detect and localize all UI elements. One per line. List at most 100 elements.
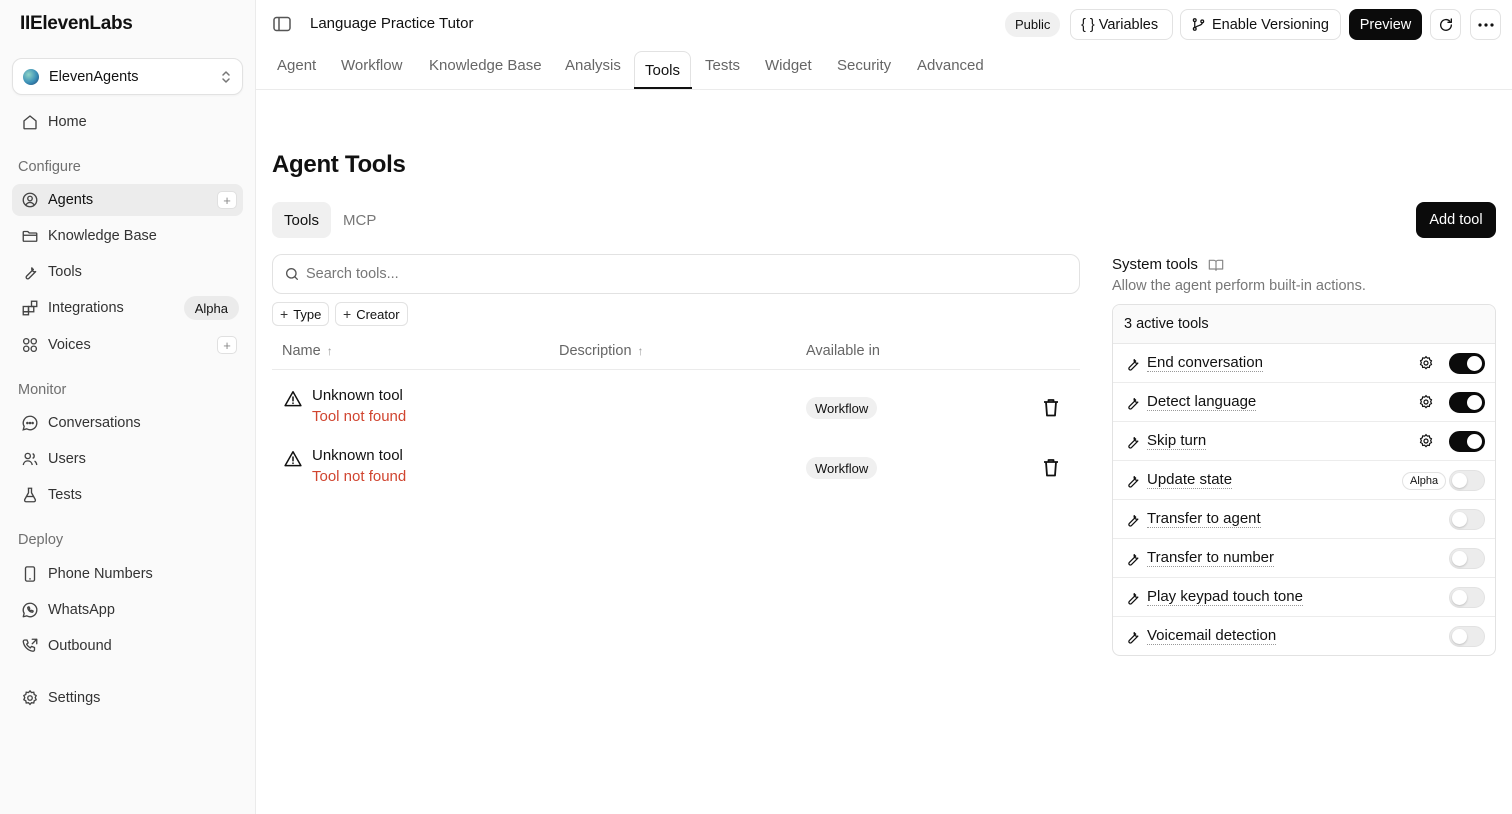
tools-mcp-toggle: Tools MCP bbox=[272, 202, 388, 238]
page-title: Agent Tools bbox=[272, 151, 406, 178]
sidebar-item-label: Phone Numbers bbox=[48, 566, 153, 582]
tab-widget[interactable]: Widget bbox=[765, 57, 812, 74]
delete-tool-button[interactable] bbox=[1043, 458, 1059, 477]
sidebar-item-label: Outbound bbox=[48, 638, 112, 654]
system-tool-label[interactable]: End conversation bbox=[1147, 354, 1263, 372]
refresh-icon bbox=[1438, 17, 1454, 33]
tool-error: Tool not found bbox=[312, 408, 407, 425]
sidebar-item-outbound[interactable]: Outbound bbox=[12, 630, 243, 662]
tab-advanced[interactable]: Advanced bbox=[917, 57, 984, 74]
toggle-sidebar-button[interactable] bbox=[273, 16, 291, 32]
add-tool-button[interactable]: Add tool bbox=[1416, 202, 1496, 238]
preview-button[interactable]: Preview bbox=[1349, 9, 1422, 40]
system-tool-row: Transfer to agent bbox=[1113, 500, 1495, 539]
tab-workflow[interactable]: Workflow bbox=[341, 57, 402, 74]
plus-icon: + bbox=[280, 306, 289, 322]
sidebar-item-tools[interactable]: Tools bbox=[12, 256, 243, 288]
sidebar-item-agents[interactable]: Agents + bbox=[12, 184, 243, 216]
sidebar-item-integrations[interactable]: Integrations Alpha bbox=[12, 292, 243, 324]
sidebar-item-conversations[interactable]: Conversations bbox=[12, 407, 243, 439]
column-header-name[interactable]: Name ↑ bbox=[282, 343, 333, 359]
segment-mcp[interactable]: MCP bbox=[331, 202, 388, 238]
sidebar-item-label: Integrations bbox=[48, 300, 124, 316]
sidebar-item-tests[interactable]: Tests bbox=[12, 479, 243, 511]
book-open-icon[interactable] bbox=[1208, 258, 1224, 272]
system-tool-label[interactable]: Detect language bbox=[1147, 393, 1257, 411]
tab-agent[interactable]: Agent bbox=[277, 57, 316, 74]
column-label: Name bbox=[282, 343, 321, 359]
segment-tools[interactable]: Tools bbox=[272, 202, 332, 238]
tool-settings-button[interactable] bbox=[1418, 355, 1434, 371]
tool-toggle-switch[interactable] bbox=[1449, 353, 1485, 374]
sidebar-item-label: Settings bbox=[48, 690, 101, 706]
table-row[interactable]: Unknown tool Tool not found Workflow bbox=[272, 440, 1080, 500]
tab-analysis[interactable]: Analysis bbox=[565, 57, 621, 74]
table-row[interactable]: Unknown tool Tool not found Workflow bbox=[272, 380, 1080, 440]
sidebar-item-label: Voices bbox=[48, 337, 91, 353]
enable-versioning-button[interactable]: Enable Versioning bbox=[1180, 9, 1341, 40]
tool-toggle-switch[interactable] bbox=[1449, 431, 1485, 452]
sidebar-item-label: Knowledge Base bbox=[48, 228, 157, 244]
search-input[interactable] bbox=[306, 266, 1006, 282]
sidebar: IIElevenLabs ElevenAgents Home Configure… bbox=[0, 0, 256, 814]
tool-toggle-switch[interactable] bbox=[1449, 392, 1485, 413]
system-tool-label[interactable]: Transfer to number bbox=[1147, 549, 1274, 567]
sidebar-item-voices[interactable]: Voices + bbox=[12, 329, 243, 361]
tool-settings-button[interactable] bbox=[1418, 394, 1434, 410]
system-tools-heading: System tools bbox=[1112, 256, 1198, 273]
tool-toggle-switch[interactable] bbox=[1449, 509, 1485, 530]
filter-label: Type bbox=[293, 306, 322, 322]
variables-button[interactable]: { } Variables bbox=[1070, 9, 1173, 40]
sidebar-item-whatsapp[interactable]: WhatsApp bbox=[12, 594, 243, 626]
filter-creator-button[interactable]: + Creator bbox=[335, 302, 408, 326]
voices-icon bbox=[21, 336, 39, 354]
column-label: Available in bbox=[806, 343, 880, 359]
blocks-icon bbox=[21, 299, 39, 317]
gear-icon bbox=[21, 689, 39, 707]
alpha-badge: Alpha bbox=[183, 296, 239, 320]
tab-tools[interactable]: Tools bbox=[634, 51, 692, 88]
tool-toggle-switch[interactable] bbox=[1449, 548, 1485, 569]
add-agent-button[interactable]: + bbox=[217, 191, 237, 209]
tool-error: Tool not found bbox=[312, 468, 407, 485]
workspace-select[interactable]: ElevenAgents bbox=[12, 58, 243, 95]
more-options-button[interactable] bbox=[1470, 9, 1501, 40]
section-deploy: Deploy bbox=[18, 532, 64, 548]
plus-icon: + bbox=[343, 306, 352, 322]
sidebar-item-phone-numbers[interactable]: Phone Numbers bbox=[12, 558, 243, 590]
sidebar-item-settings[interactable]: Settings bbox=[12, 682, 243, 714]
sidebar-item-label: Users bbox=[48, 451, 86, 467]
elevenlabs-logo[interactable]: IIElevenLabs bbox=[20, 13, 133, 35]
workspace-name: ElevenAgents bbox=[49, 68, 139, 85]
sidebar-item-knowledge-base[interactable]: Knowledge Base bbox=[12, 220, 243, 252]
tool-settings-button[interactable] bbox=[1418, 433, 1434, 449]
tool-toggle-switch[interactable] bbox=[1449, 587, 1485, 608]
system-tool-label[interactable]: Voicemail detection bbox=[1147, 627, 1277, 645]
tool-toggle-switch[interactable] bbox=[1449, 470, 1485, 491]
filter-type-button[interactable]: + Type bbox=[272, 302, 330, 326]
sidebar-item-label: Home bbox=[48, 114, 87, 130]
system-tool-row: Detect language bbox=[1113, 383, 1495, 422]
sidebar-item-users[interactable]: Users bbox=[12, 443, 243, 475]
agent-name: Language Practice Tutor bbox=[310, 15, 474, 32]
system-tool-label[interactable]: Play keypad touch tone bbox=[1147, 588, 1303, 606]
wrench-icon bbox=[1124, 511, 1141, 528]
system-tool-row: Update state Alpha bbox=[1113, 461, 1495, 500]
wrench-icon bbox=[1124, 433, 1141, 450]
users-icon bbox=[21, 450, 39, 468]
system-tool-label[interactable]: Skip turn bbox=[1147, 432, 1207, 450]
tab-security[interactable]: Security bbox=[837, 57, 891, 74]
section-monitor: Monitor bbox=[18, 382, 67, 398]
tool-toggle-switch[interactable] bbox=[1449, 626, 1485, 647]
section-configure: Configure bbox=[18, 159, 81, 175]
column-header-description[interactable]: Description ↑ bbox=[559, 343, 644, 359]
sidebar-item-home[interactable]: Home bbox=[12, 106, 243, 138]
wrench-icon bbox=[1124, 394, 1141, 411]
add-voice-button[interactable]: + bbox=[217, 336, 237, 354]
tab-tests[interactable]: Tests bbox=[705, 57, 740, 74]
tab-knowledge-base[interactable]: Knowledge Base bbox=[429, 57, 542, 74]
delete-tool-button[interactable] bbox=[1043, 398, 1059, 417]
system-tool-label[interactable]: Update state bbox=[1147, 471, 1233, 489]
sync-button[interactable] bbox=[1430, 9, 1461, 40]
system-tool-label[interactable]: Transfer to agent bbox=[1147, 510, 1261, 528]
